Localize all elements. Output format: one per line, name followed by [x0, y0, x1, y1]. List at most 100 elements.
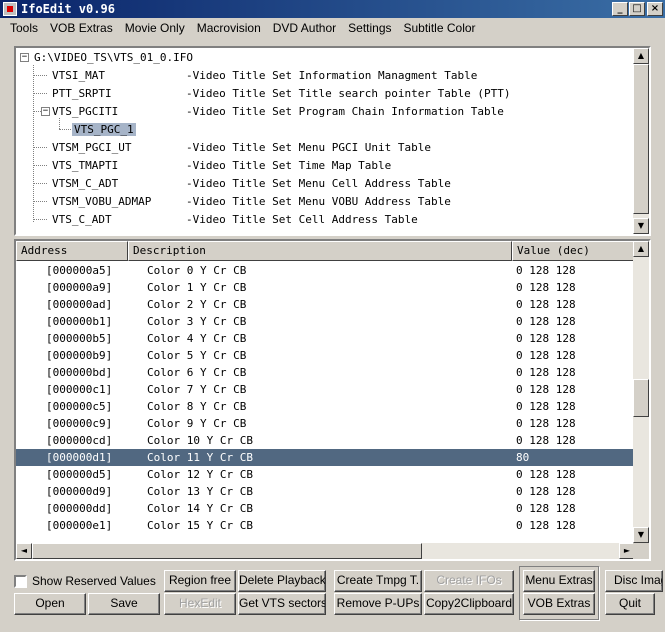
cell-value: 0 128 128	[516, 417, 576, 430]
ifo-tree-view[interactable]: − G:\VIDEO_TS\VTS_01_0.IFO VTSI_MAT -Vide…	[14, 46, 651, 236]
menu-dvd-author[interactable]: DVD Author	[267, 21, 342, 35]
hexedit-button[interactable]: HexEdit	[164, 593, 236, 615]
cell-value: 0 128 128	[516, 383, 576, 396]
cell-address: [000000dd]	[46, 502, 113, 515]
tree-item-vtsm-vobu-admap[interactable]: VTSM_VOBU_ADMAP -Video Title Set Menu VOB…	[52, 193, 451, 211]
tree-item-vts-pgciti[interactable]: VTS_PGCITI -Video Title Set Program Chain…	[52, 103, 504, 121]
scroll-thumb[interactable]	[633, 64, 649, 214]
tree-item-desc: -Video Title Set Menu VOBU Address Table	[186, 195, 451, 208]
vob-extras-button[interactable]: VOB Extras	[523, 593, 595, 615]
table-row[interactable]: [000000bd] Color 6 Y Cr CB 0 128 128	[16, 364, 635, 381]
collapse-icon[interactable]: −	[20, 53, 29, 62]
tree-item-vtsm-pgci-ut[interactable]: VTSM_PGCI_UT -Video Title Set Menu PGCI U…	[52, 139, 431, 157]
tree-item-vts-c-adt[interactable]: VTS_C_ADT -Video Title Set Cell Address T…	[52, 211, 418, 229]
scroll-thumb[interactable]	[633, 379, 649, 417]
collapse-icon[interactable]: −	[41, 107, 50, 116]
maximize-button[interactable]: □	[629, 2, 645, 16]
cell-address: [000000d5]	[46, 468, 113, 481]
save-button[interactable]: Save	[88, 593, 160, 615]
cell-description: Color 0 Y Cr CB	[147, 264, 247, 277]
column-header-address[interactable]: Address	[16, 241, 128, 261]
tree-item-name: VTS_TMAPTI	[52, 159, 119, 172]
cell-description: Color 13 Y Cr CB	[147, 485, 253, 498]
cell-address: [000000a9]	[46, 281, 113, 294]
delete-playback-button[interactable]: Delete Playback	[238, 570, 326, 592]
menu-extras-button[interactable]: Menu Extras	[523, 570, 595, 592]
scroll-left-icon[interactable]: ◄	[16, 543, 32, 559]
close-button[interactable]: ×	[647, 2, 663, 16]
table-row[interactable]: [000000a9] Color 1 Y Cr CB 0 128 128	[16, 279, 635, 296]
scroll-corner	[633, 543, 649, 559]
ifo-values-list[interactable]: Address Description Value (dec) [000000a…	[14, 239, 651, 561]
menu-subtitle-color[interactable]: Subtitle Color	[398, 21, 482, 35]
create-ifos-button[interactable]: Create IFOs	[424, 570, 514, 592]
cell-address: [000000bd]	[46, 366, 113, 379]
tree-item-vts-pgc-1[interactable]: VTS_PGC_1	[72, 121, 136, 139]
menu-macrovision[interactable]: Macrovision	[191, 21, 267, 35]
scroll-down-icon[interactable]: ▼	[633, 527, 649, 543]
cell-value: 0 128 128	[516, 366, 576, 379]
minimize-button[interactable]: _	[612, 2, 628, 16]
menu-settings[interactable]: Settings	[342, 21, 397, 35]
tree-item-desc: -Video Title Set Cell Address Table	[186, 213, 418, 226]
table-row[interactable]: [000000d1] Color 11 Y Cr CB 80	[16, 449, 635, 466]
menu-tools[interactable]: Tools	[4, 21, 44, 35]
remove-pups-button[interactable]: Remove P-UPs	[334, 593, 422, 615]
region-free-button[interactable]: Region free	[164, 570, 236, 592]
menu-movie-only[interactable]: Movie Only	[119, 21, 191, 35]
table-row[interactable]: [000000c5] Color 8 Y Cr CB 0 128 128	[16, 398, 635, 415]
tree-item-ptt-srpti[interactable]: PTT_SRPTI -Video Title Set Title search p…	[52, 85, 511, 103]
open-button[interactable]: Open	[14, 593, 86, 615]
cell-address: [000000c5]	[46, 400, 113, 413]
tree-item-vtsm-c-adt[interactable]: VTSM_C_ADT -Video Title Set Menu Cell Add…	[52, 175, 451, 193]
cell-address: [000000b1]	[46, 315, 113, 328]
cell-value: 0 128 128	[516, 468, 576, 481]
tree-root[interactable]: G:\VIDEO_TS\VTS_01_0.IFO	[34, 49, 193, 67]
list-horizontal-scrollbar[interactable]: ◄ ►	[16, 543, 635, 559]
cell-description: Color 15 Y Cr CB	[147, 519, 253, 532]
table-row[interactable]: [000000ad] Color 2 Y Cr CB 0 128 128	[16, 296, 635, 313]
cell-value: 0 128 128	[516, 298, 576, 311]
quit-button[interactable]: Quit	[605, 593, 655, 615]
table-row[interactable]: [000000b1] Color 3 Y Cr CB 0 128 128	[16, 313, 635, 330]
table-row[interactable]: [000000b9] Color 5 Y Cr CB 0 128 128	[16, 347, 635, 364]
tree-item-vts-tmapti[interactable]: VTS_TMAPTI -Video Title Set Time Map Tabl…	[52, 157, 391, 175]
create-tmpg-button[interactable]: Create Tmpg T.	[334, 570, 422, 592]
copy2clipboard-button[interactable]: Copy2Clipboard	[424, 593, 514, 615]
scroll-down-icon[interactable]: ▼	[633, 218, 649, 234]
menu-vob-extras[interactable]: VOB Extras	[44, 21, 119, 35]
table-row[interactable]: [000000c9] Color 9 Y Cr CB 0 128 128	[16, 415, 635, 432]
list-vertical-scrollbar[interactable]: ▲ ▼	[633, 241, 649, 543]
cell-description: Color 14 Y Cr CB	[147, 502, 253, 515]
table-row[interactable]: [000000a5] Color 0 Y Cr CB 0 128 128	[16, 262, 635, 279]
cell-value: 0 128 128	[516, 264, 576, 277]
tree-item-vtsi-mat[interactable]: VTSI_MAT -Video Title Set Information Man…	[52, 67, 477, 85]
tree-item-name: VTSI_MAT	[52, 69, 105, 82]
table-row[interactable]: [000000dd] Color 14 Y Cr CB 0 128 128	[16, 500, 635, 517]
show-reserved-checkbox[interactable]	[14, 575, 27, 588]
scroll-up-icon[interactable]: ▲	[633, 48, 649, 64]
table-row[interactable]: [000000c1] Color 7 Y Cr CB 0 128 128	[16, 381, 635, 398]
tree-root-label: G:\VIDEO_TS\VTS_01_0.IFO	[34, 51, 193, 64]
column-header-description[interactable]: Description	[128, 241, 512, 261]
scroll-thumb[interactable]	[32, 543, 422, 559]
cell-description: Color 6 Y Cr CB	[147, 366, 247, 379]
cell-address: [000000cd]	[46, 434, 113, 447]
cell-value: 0 128 128	[516, 434, 576, 447]
tree-vertical-scrollbar[interactable]: ▲ ▼	[633, 48, 649, 234]
scroll-up-icon[interactable]: ▲	[633, 241, 649, 257]
tree-item-desc: -Video Title Set Menu PGCI Unit Table	[186, 141, 432, 154]
table-row[interactable]: [000000d5] Color 12 Y Cr CB 0 128 128	[16, 466, 635, 483]
disc-image-button[interactable]: Disc Imag	[605, 570, 663, 592]
cell-address: [000000d9]	[46, 485, 113, 498]
table-row[interactable]: [000000cd] Color 10 Y Cr CB 0 128 128	[16, 432, 635, 449]
table-row[interactable]: [000000b5] Color 4 Y Cr CB 0 128 128	[16, 330, 635, 347]
get-vts-sectors-button[interactable]: Get VTS sectors	[238, 593, 326, 615]
column-header-value[interactable]: Value (dec)	[512, 241, 635, 261]
cell-address: [000000e1]	[46, 519, 113, 532]
tree-item-name: VTS_C_ADT	[52, 213, 112, 226]
table-row[interactable]: [000000d9] Color 13 Y Cr CB 0 128 128	[16, 483, 635, 500]
table-row[interactable]: [000000e1] Color 15 Y Cr CB 0 128 128	[16, 517, 635, 534]
tree-line	[33, 75, 47, 76]
tree-line	[33, 65, 34, 222]
